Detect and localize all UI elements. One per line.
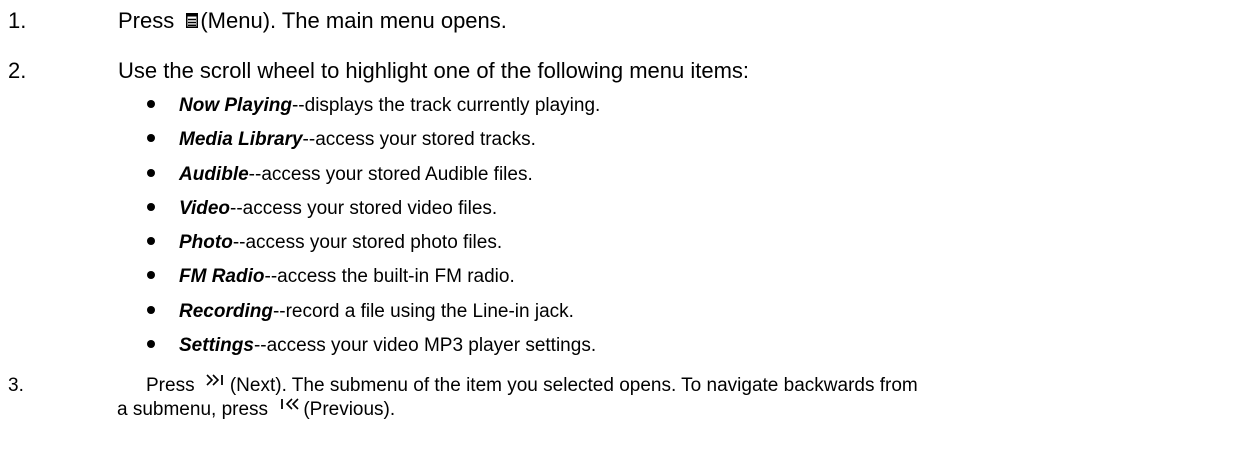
list-item: Media Library--access your stored tracks… <box>147 126 536 154</box>
list-item: FM Radio--access the built-in FM radio. <box>147 263 515 291</box>
list-item-desc: --access your video MP3 player settings. <box>253 335 597 356</box>
list-item-term: Media Library <box>179 129 303 150</box>
list-item: Now Playing--displays the track currentl… <box>147 92 600 120</box>
list-item-desc: --access your stored video files. <box>230 198 498 219</box>
list-item-term: Video <box>179 198 231 219</box>
bullet-icon <box>147 305 155 314</box>
step-3-text-after: (Next). The submenu of the item you sele… <box>229 375 918 396</box>
bullet-icon <box>147 236 155 245</box>
bullet-icon <box>147 202 155 211</box>
step-3-line2-before: a submenu, press <box>117 399 274 420</box>
bullet-icon <box>147 99 155 108</box>
list-item-term: FM Radio <box>179 266 265 287</box>
step-1-text-before: Press <box>118 8 181 33</box>
step-1-number: 1. <box>8 8 27 33</box>
menu-icon <box>186 12 199 28</box>
list-item-term: Recording <box>179 301 273 322</box>
bullet-icon <box>147 270 155 279</box>
list-item: Video--access your stored video files. <box>147 195 497 223</box>
step-3-line2-after: (Previous). <box>303 399 396 420</box>
step-1-text: Press (Menu). The main menu opens. <box>118 8 507 34</box>
list-item-desc: --access your stored Audible files. <box>248 164 533 185</box>
list-item-desc: --displays the track currently playing. <box>291 95 601 116</box>
list-item-term: Settings <box>179 335 254 356</box>
next-icon <box>206 374 223 386</box>
step-3-number: 3. <box>8 375 24 396</box>
list-item-desc: --access your stored photo files. <box>232 232 503 253</box>
list-item-term: Audible <box>179 164 249 185</box>
list-item: Audible--access your stored Audible file… <box>147 161 533 189</box>
list-item-term: Now Playing <box>179 95 292 116</box>
list-item-desc: --access the built-in FM radio. <box>264 266 515 287</box>
list-item: Recording--record a file using the Line-… <box>147 298 574 326</box>
step-3-line-2: a submenu, press (Previous). <box>117 398 395 422</box>
list-item: Photo--access your stored photo files. <box>147 229 502 257</box>
bullet-icon <box>147 133 155 142</box>
step-3-text-before: Press <box>146 375 200 396</box>
step-3-line-1: Press (Next). The submenu of the item yo… <box>146 374 918 398</box>
bullet-icon <box>147 339 155 348</box>
list-item-desc: --access your stored tracks. <box>302 129 536 150</box>
step-1-text-after: (Menu). The main menu opens. <box>200 8 507 33</box>
step-2-text: Use the scroll wheel to highlight one of… <box>118 58 750 83</box>
bullet-icon <box>147 168 155 177</box>
step-2-number: 2. <box>8 58 27 83</box>
list-item-term: Photo <box>179 232 233 253</box>
previous-icon <box>281 398 299 410</box>
list-item: Settings--access your video MP3 player s… <box>147 332 596 360</box>
list-item-desc: --record a file using the Line-in jack. <box>272 301 574 322</box>
